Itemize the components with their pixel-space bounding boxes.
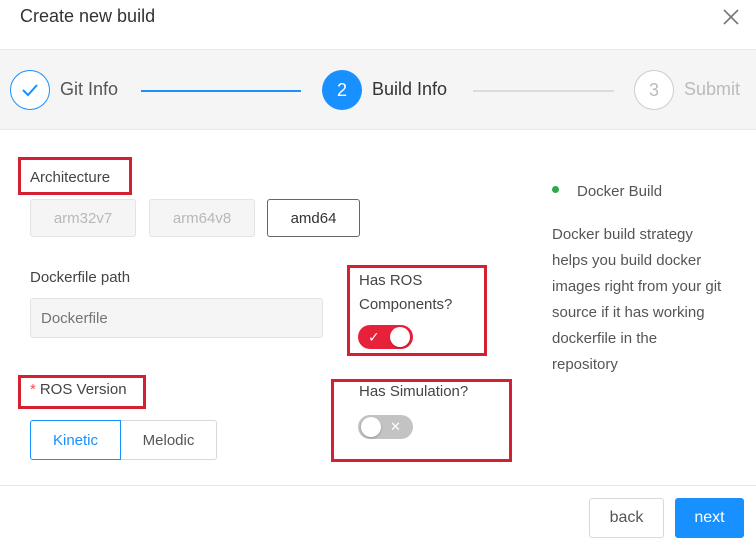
ros-option-kinetic[interactable]: Kinetic xyxy=(30,420,121,460)
ros-option-melodic[interactable]: Melodic xyxy=(120,420,217,460)
step-1-check-icon xyxy=(10,70,50,110)
arch-option-amd64[interactable]: amd64 xyxy=(267,199,360,237)
step-1-label: Git Info xyxy=(60,79,119,99)
step-2-number: 2 xyxy=(322,70,362,110)
sidebar-description: Docker build strategy helps you build do… xyxy=(552,226,722,373)
sidebar-title: Docker Build xyxy=(577,183,663,200)
step-connector-2 xyxy=(473,90,614,92)
highlight-box-has-simulation xyxy=(331,379,512,462)
arch-option-arm32v7[interactable]: arm32v7 xyxy=(30,199,136,237)
dialog-title: Create new build xyxy=(20,6,156,26)
arch-option-arm64v8[interactable]: arm64v8 xyxy=(149,199,255,237)
step-3-number: 3 xyxy=(634,70,674,110)
status-dot-icon xyxy=(552,186,559,193)
dockerfile-path-label: Dockerfile path xyxy=(30,269,131,286)
close-icon[interactable] xyxy=(722,8,740,26)
dialog-header: Create new build xyxy=(0,0,756,50)
next-button[interactable]: next xyxy=(675,498,744,538)
step-connector-1 xyxy=(141,90,301,92)
step-2-label: Build Info xyxy=(372,79,448,99)
highlight-box-ros-version xyxy=(18,375,146,409)
steps-bar: Git Info 2 Build Info 3 Submit xyxy=(0,50,756,130)
back-button[interactable]: back xyxy=(589,498,664,538)
step-3-label: Submit xyxy=(684,79,741,99)
dockerfile-path-input[interactable] xyxy=(30,298,323,338)
highlight-box-has-ros xyxy=(347,265,487,356)
highlight-box-architecture xyxy=(18,157,132,195)
